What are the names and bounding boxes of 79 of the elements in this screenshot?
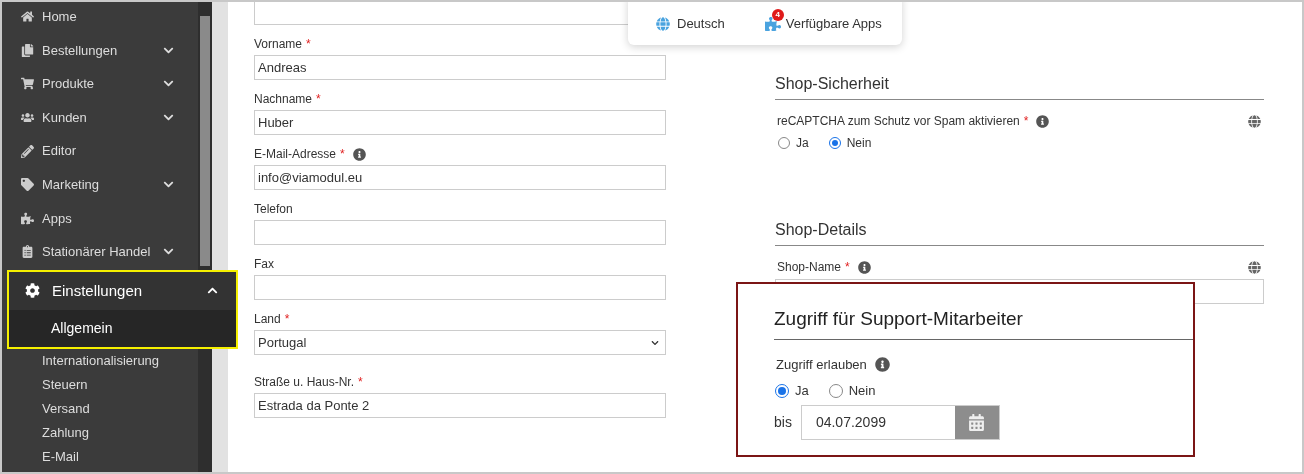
- sidebar-item[interactable]: Home: [2, 2, 198, 34]
- radio-label: Nein: [848, 382, 876, 400]
- input-field[interactable]: Andreas: [254, 55, 666, 80]
- info-icon[interactable]: [874, 356, 890, 372]
- sidebar-subitem[interactable]: Internationalisierung: [2, 348, 198, 373]
- chevron-down-icon: [651, 338, 659, 347]
- clipboard-icon: [21, 245, 34, 259]
- radio-option[interactable]: Ja: [775, 381, 809, 401]
- sidebar-subitem[interactable]: Steuern: [2, 372, 198, 397]
- required-mark: *: [284, 311, 290, 328]
- home-icon: [21, 10, 34, 24]
- language-link[interactable]: Deutsch: [656, 13, 725, 34]
- radio-button[interactable]: [828, 383, 843, 398]
- sidebar-subitem[interactable]: E-Mail: [2, 444, 198, 469]
- field-label: Nachname: [254, 91, 313, 108]
- field-label: bis: [774, 412, 792, 432]
- documents-icon: [21, 43, 34, 57]
- sidebar-subitem[interactable]: Zahlung: [2, 420, 198, 445]
- radio-option[interactable]: Ja: [778, 134, 809, 152]
- input-field[interactable]: [254, 220, 666, 245]
- required-mark: *: [358, 374, 363, 391]
- puzzle-icon: [21, 211, 34, 225]
- field-label: E-Mail-Adresse: [254, 146, 337, 163]
- sidebar-subitem[interactable]: Versand: [2, 396, 198, 421]
- field-label: Land: [254, 311, 281, 328]
- required-mark: *: [845, 259, 850, 276]
- field-label: Straße u. Haus-Nr.: [254, 374, 355, 391]
- users-icon: [21, 111, 34, 125]
- globe-icon: [656, 16, 670, 31]
- field-label: Shop-Name: [777, 259, 842, 276]
- dialog-heading: Zugriff für Support-Mitarbeiter: [774, 305, 1193, 340]
- info-icon[interactable]: [857, 260, 871, 274]
- input-field[interactable]: [254, 275, 666, 300]
- radio-option[interactable]: Nein: [828, 381, 876, 401]
- required-mark: *: [316, 91, 321, 108]
- puzzle-icon: [764, 15, 781, 32]
- sidebar-item[interactable]: Marketing: [2, 167, 198, 202]
- sidebar-subitem[interactable]: Allgemein: [9, 309, 236, 347]
- globe-icon[interactable]: [1248, 114, 1261, 128]
- field-label: reCAPTCHA zum Schutz vor Spam aktivieren: [777, 113, 1020, 130]
- required-mark: *: [1023, 113, 1029, 130]
- required-mark: *: [340, 146, 345, 163]
- input-field[interactable]: info@viamodul.eu: [254, 165, 666, 190]
- radio-button[interactable]: [828, 137, 841, 149]
- radio-label: Ja: [796, 135, 809, 152]
- cart-icon: [21, 77, 34, 91]
- sidebar-item[interactable]: Einstellungen: [9, 271, 236, 310]
- date-field[interactable]: 04.07.2099: [800, 404, 1000, 440]
- scrollbar-thumb[interactable]: [200, 16, 210, 266]
- sidebar-item[interactable]: Stationärer Handel: [2, 235, 198, 269]
- radio-label: Ja: [795, 382, 809, 400]
- notification-badge: 4: [771, 8, 784, 21]
- radio-button[interactable]: [775, 383, 789, 398]
- section-heading: Shop-Details: [775, 218, 1264, 246]
- field-label: Fax: [254, 256, 274, 273]
- sidebar-item[interactable]: Editor: [2, 134, 198, 168]
- required-mark: *: [306, 36, 311, 53]
- calendar-button[interactable]: [954, 405, 999, 439]
- settings-icon: [25, 283, 40, 299]
- field-label: Zugriff erlauben: [776, 355, 867, 374]
- sidebar-item[interactable]: Kunden: [2, 100, 198, 135]
- radio-button[interactable]: [778, 137, 790, 149]
- country-select[interactable]: Portugal: [254, 330, 666, 355]
- radio-option[interactable]: Nein: [828, 134, 872, 152]
- globe-icon[interactable]: [1248, 260, 1261, 274]
- radio-label: Nein: [846, 135, 872, 152]
- input-field[interactable]: Huber: [254, 110, 666, 135]
- field-label: Vorname: [254, 36, 303, 53]
- sidebar-item[interactable]: Apps: [2, 201, 198, 236]
- info-icon[interactable]: [352, 147, 366, 161]
- input-field[interactable]: Estrada da Ponte 2: [254, 393, 666, 418]
- sidebar-item[interactable]: Produkte: [2, 67, 198, 101]
- pencil-icon: [21, 144, 34, 158]
- calendar-icon: [968, 413, 986, 431]
- section-heading: Shop-Sicherheit: [775, 72, 1264, 100]
- tag-icon: [21, 178, 34, 192]
- field-label: Telefon: [254, 201, 293, 218]
- sidebar-item[interactable]: Bestellungen: [2, 33, 198, 68]
- info-icon[interactable]: [1036, 114, 1050, 128]
